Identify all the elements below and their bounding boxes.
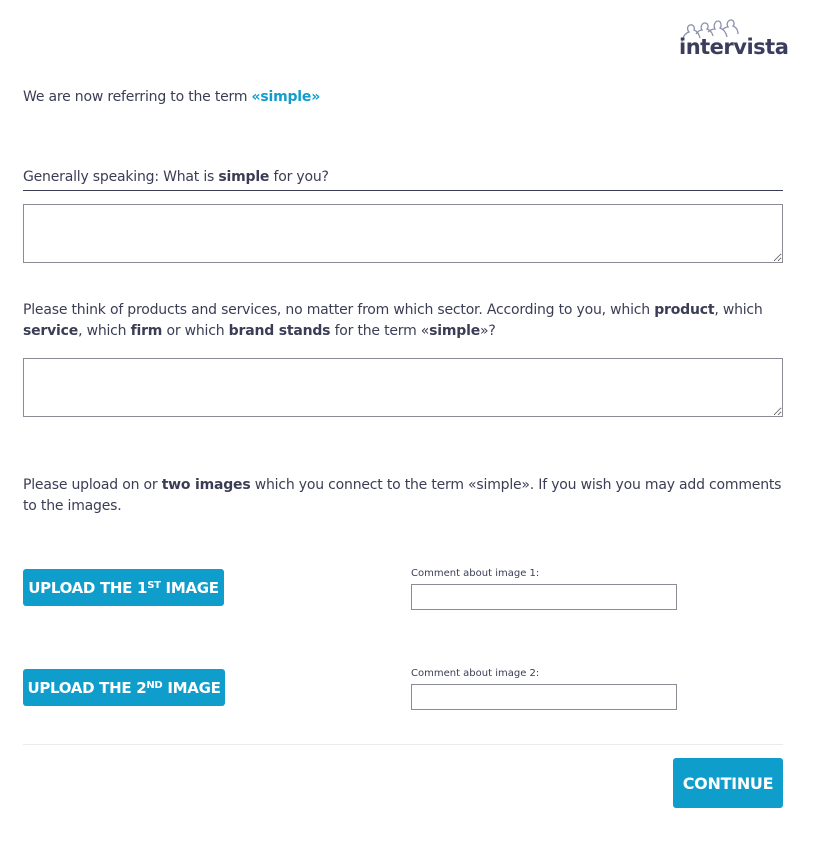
button-label: IMAGE (162, 678, 221, 697)
upload-image-2-button[interactable]: UPLOAD THE 2 ND IMAGE (23, 669, 225, 706)
button-label: IMAGE (160, 578, 219, 597)
logo-text: intervista (679, 35, 789, 59)
upload-image-1-button[interactable]: UPLOAD THE 1 ST IMAGE (23, 569, 224, 606)
continue-button[interactable]: CONTINUE (673, 758, 783, 808)
q2-text: Please think of products and services, n… (23, 302, 655, 318)
q2-bold: firm (130, 323, 163, 339)
question3-label: Please upload on or two images which you… (23, 475, 788, 517)
intro-text: We are now referring to the term «simple… (23, 89, 320, 105)
q2-text: for the term « (330, 323, 430, 339)
button-label: UPLOAD THE 2 (27, 678, 147, 697)
intervista-logo: intervista (676, 18, 789, 62)
q2-bold: service (23, 323, 79, 339)
q2-bold: simple (429, 323, 480, 339)
question1-bold: simple (218, 169, 270, 185)
comment-image-1-input[interactable] (411, 584, 677, 610)
q2-bold: product (654, 302, 715, 318)
q2-text: , which (78, 323, 131, 339)
question1-prefix: Generally speaking: What is (23, 169, 219, 185)
button-label: UPLOAD THE 1 (28, 578, 148, 597)
q2-text: , which (714, 302, 763, 318)
footer-divider (23, 744, 783, 745)
button-label-sup: ST (147, 580, 161, 591)
question2-label: Please think of products and services, n… (23, 300, 788, 342)
question1-suffix: for you? (269, 169, 329, 185)
question1-label: Generally speaking: What is simple for y… (23, 169, 783, 191)
q3-bold: two images (161, 477, 251, 493)
comment-image-1-label: Comment about image 1: (411, 568, 540, 579)
q2-bold: brand stands (228, 323, 331, 339)
q2-text: or which (162, 323, 229, 339)
q2-text: »? (480, 323, 496, 339)
q3-text: Please upload on or (23, 477, 162, 493)
comment-image-2-label: Comment about image 2: (411, 668, 540, 679)
intro-term: «simple» (251, 89, 321, 105)
intro-prefix: We are now referring to the term (23, 89, 252, 105)
comment-image-2-input[interactable] (411, 684, 677, 710)
question2-textarea[interactable] (23, 358, 783, 417)
button-label-sup: ND (146, 680, 163, 691)
question1-textarea[interactable] (23, 204, 783, 263)
